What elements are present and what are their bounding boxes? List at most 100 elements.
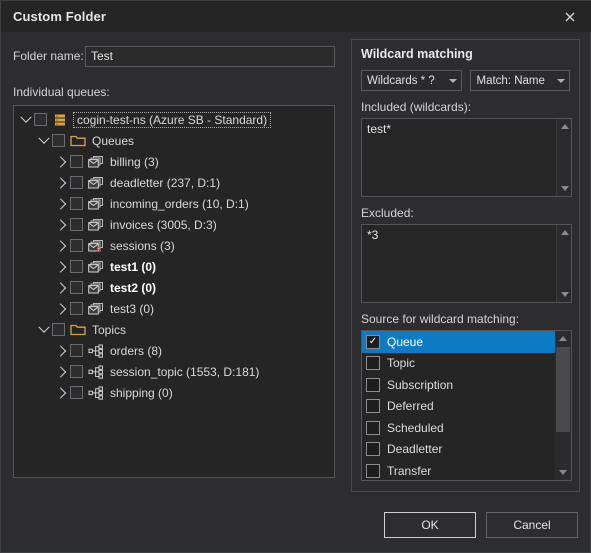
source-list[interactable]: ✓ Queue Topic Subscription Deferred Scheduled… <box>361 330 572 481</box>
source-list-item[interactable]: ✓ Queue <box>362 331 571 353</box>
source-checkbox[interactable] <box>366 442 380 457</box>
chevron-right-icon[interactable] <box>54 368 70 376</box>
folder-name-label: Folder name: <box>13 49 84 63</box>
tree-row[interactable]: session_topic (1553, D:181) <box>14 361 334 382</box>
source-list-item[interactable]: Deadletter <box>362 439 571 461</box>
chevron-right-icon[interactable] <box>54 284 70 292</box>
tree-checkbox[interactable] <box>52 134 65 147</box>
tree-row[interactable]: Ssessions (3) <box>14 235 334 256</box>
source-checkbox[interactable]: ✓ <box>366 334 380 349</box>
chevron-down-icon[interactable] <box>36 137 52 145</box>
chevron-right-icon[interactable] <box>54 242 70 250</box>
source-item-label: Deadletter <box>387 442 443 457</box>
source-item-label: Topic <box>387 356 416 371</box>
tree-checkbox[interactable] <box>70 260 83 273</box>
ok-button[interactable]: OK <box>384 512 476 538</box>
tree-checkbox[interactable] <box>70 218 83 231</box>
match-dropdown[interactable]: Match: Name <box>470 70 570 91</box>
scroll-down-icon[interactable] <box>557 287 572 302</box>
queue-icon <box>87 280 105 296</box>
chevron-right-icon[interactable] <box>54 389 70 397</box>
tree-item-label: cogin-test-ns (Azure SB - Standard) <box>73 111 272 128</box>
tree-checkbox[interactable] <box>70 155 83 168</box>
topic-icon <box>87 364 105 380</box>
tree-row[interactable]: test3 (0) <box>14 298 334 319</box>
tree-row[interactable]: shipping (0) <box>14 382 334 403</box>
scrollbar-thumb[interactable] <box>556 347 570 432</box>
source-list-item[interactable]: Subscription <box>362 374 571 396</box>
svg-text:S: S <box>97 247 102 253</box>
tree-row[interactable]: invoices (3005, D:3) <box>14 214 334 235</box>
tree-item-label: test2 (0) <box>110 280 157 295</box>
match-dropdown-value: Match: Name <box>476 74 545 87</box>
tree-row[interactable]: incoming_orders (10, D:1) <box>14 193 334 214</box>
tree-row[interactable]: Topics <box>14 319 334 340</box>
chevron-down-icon[interactable] <box>18 116 34 124</box>
tree-checkbox[interactable] <box>70 386 83 399</box>
tree-row[interactable]: test1 (0) <box>14 256 334 277</box>
individual-queues-label: Individual queues: <box>13 85 110 99</box>
folder-name-input[interactable] <box>85 45 335 67</box>
tree-item-label: invoices (3005, D:3) <box>110 217 217 232</box>
tree-checkbox[interactable] <box>70 239 83 252</box>
tree-row[interactable]: cogin-test-ns (Azure SB - Standard) <box>14 109 334 130</box>
excluded-textarea[interactable]: *3 <box>361 224 572 303</box>
cancel-button[interactable]: Cancel <box>486 512 578 538</box>
wildcards-dropdown-value: Wildcards * ? <box>367 74 435 87</box>
tree-row[interactable]: billing (3) <box>14 151 334 172</box>
tree-row[interactable]: Queues <box>14 130 334 151</box>
tree-checkbox[interactable] <box>70 197 83 210</box>
queue-icon <box>87 259 105 275</box>
source-item-label: Transfer <box>387 463 432 478</box>
scroll-down-icon[interactable] <box>555 465 570 480</box>
source-checkbox[interactable] <box>366 463 380 478</box>
queue-icon <box>87 175 105 191</box>
source-checkbox[interactable] <box>366 399 380 414</box>
source-list-item[interactable]: Transfer <box>362 460 571 480</box>
tree-checkbox[interactable] <box>52 323 65 336</box>
source-list-scrollbar[interactable] <box>555 331 571 480</box>
tree-checkbox[interactable] <box>70 176 83 189</box>
left-column: Folder name: Individual queues: cogin-te… <box>13 45 335 478</box>
tree-checkbox[interactable] <box>70 302 83 315</box>
chevron-right-icon[interactable] <box>54 347 70 355</box>
scroll-up-icon[interactable] <box>555 331 570 346</box>
tree-item-label: test3 (0) <box>110 301 155 316</box>
source-item-label: Queue <box>387 334 424 349</box>
tree-checkbox[interactable] <box>70 365 83 378</box>
chevron-right-icon[interactable] <box>54 263 70 271</box>
source-list-item[interactable]: Deferred <box>362 396 571 418</box>
tree-checkbox[interactable] <box>70 281 83 294</box>
source-checkbox[interactable] <box>366 377 380 392</box>
chevron-right-icon[interactable] <box>54 305 70 313</box>
source-list-item[interactable]: Scheduled <box>362 417 571 439</box>
close-icon[interactable] <box>548 1 591 32</box>
scroll-down-icon[interactable] <box>557 181 572 196</box>
source-checkbox[interactable] <box>366 356 380 371</box>
queues-tree[interactable]: cogin-test-ns (Azure SB - Standard) Queue… <box>13 105 335 478</box>
excluded-scrollbar[interactable] <box>556 225 571 302</box>
tree-row[interactable]: test2 (0) <box>14 277 334 298</box>
wildcard-matching-title: Wildcard matching <box>361 47 473 61</box>
tree-row[interactable]: deadletter (237, D:1) <box>14 172 334 193</box>
chevron-right-icon[interactable] <box>54 200 70 208</box>
chevron-right-icon[interactable] <box>54 179 70 187</box>
chevron-right-icon[interactable] <box>54 158 70 166</box>
source-list-item[interactable]: Topic <box>362 353 571 375</box>
tree-item-label: Queues <box>92 133 135 148</box>
tree-checkbox[interactable] <box>34 113 47 126</box>
tree-checkbox[interactable] <box>70 344 83 357</box>
scroll-up-icon[interactable] <box>557 225 572 240</box>
tree-row[interactable]: orders (8) <box>14 340 334 361</box>
chevron-right-icon[interactable] <box>54 221 70 229</box>
source-item-label: Deferred <box>387 399 434 414</box>
wildcards-dropdown[interactable]: Wildcards * ? <box>361 70 463 91</box>
included-scrollbar[interactable] <box>556 119 571 196</box>
source-checkbox[interactable] <box>366 420 380 435</box>
scroll-up-icon[interactable] <box>557 119 572 134</box>
title-bar: Custom Folder <box>1 1 591 32</box>
namespace-icon <box>51 112 69 128</box>
chevron-down-icon <box>445 78 461 83</box>
chevron-down-icon[interactable] <box>36 326 52 334</box>
included-textarea[interactable]: test* <box>361 118 572 197</box>
